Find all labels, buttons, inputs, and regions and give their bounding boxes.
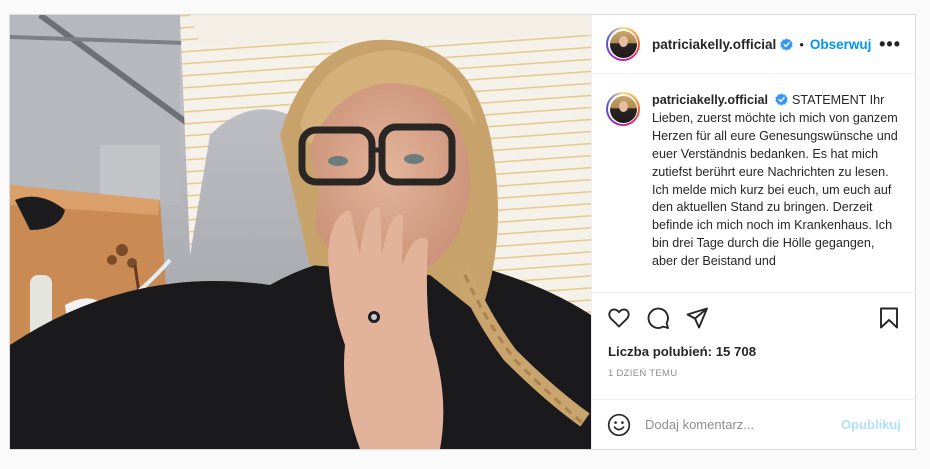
bookmark-icon[interactable] (877, 306, 901, 330)
likes-count[interactable]: Liczba polubień: 15 708 (592, 342, 915, 364)
more-options-button[interactable]: ••• (879, 35, 901, 53)
paper-plane-icon[interactable] (685, 306, 709, 330)
comment-form: Opublikuj (592, 399, 915, 449)
caption-body: STATEMENT Ihr Lieben, zuerst möchte ich … (652, 93, 898, 269)
caption-area: patriciakelly.official STATEMENT Ihr Lie… (592, 74, 915, 292)
caption-avatar[interactable] (606, 92, 640, 126)
caption-username[interactable]: patriciakelly.official (652, 93, 768, 107)
verified-badge-icon (780, 37, 793, 51)
caption-verified-badge-icon (775, 93, 789, 106)
post-time-ago[interactable]: 1 DZIEŃ TEMU (592, 364, 915, 398)
author-avatar[interactable] (606, 27, 640, 61)
avatar-ring-inner (608, 29, 638, 59)
follow-button[interactable]: Obserwuj (810, 37, 872, 52)
post-photo[interactable] (10, 15, 591, 449)
caption-avatar-ring-inner (608, 94, 638, 124)
action-bar (592, 292, 915, 342)
post-side-panel: patriciakelly.official • Obserwuj ••• pa… (591, 15, 915, 449)
selfie-image (10, 15, 591, 449)
post-header: patriciakelly.official • Obserwuj ••• (592, 15, 915, 74)
caption: patriciakelly.official STATEMENT Ihr Lie… (652, 92, 901, 292)
emoji-icon[interactable] (607, 413, 631, 437)
caption-avatar-image (609, 95, 637, 123)
comment-icon[interactable] (646, 306, 670, 330)
avatar-image (609, 30, 637, 58)
instagram-post: patriciakelly.official • Obserwuj ••• pa… (9, 14, 916, 450)
publish-button[interactable]: Opublikuj (841, 417, 901, 432)
heart-icon[interactable] (607, 306, 631, 330)
author-username[interactable]: patriciakelly.official (652, 37, 776, 52)
comment-input[interactable] (645, 417, 842, 432)
header-separator: • (799, 36, 804, 52)
